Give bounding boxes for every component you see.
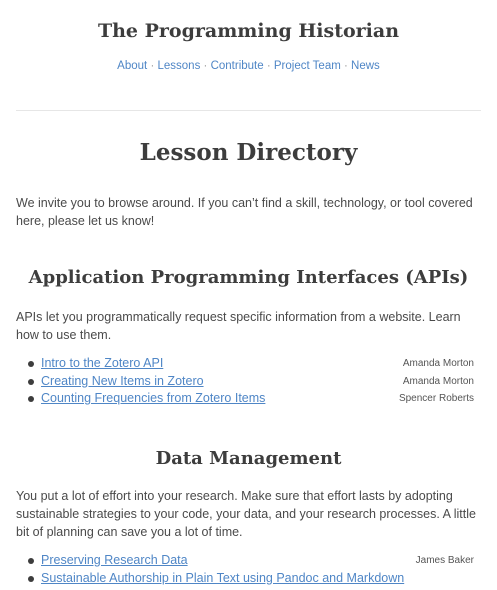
lesson-author: James Baker [415,555,474,566]
nav-separator: · [203,60,208,72]
list-item: Counting Frequencies from Zotero Items S… [28,390,478,408]
lesson-list-data-management: Preserving Research Data James Baker Sus… [28,552,478,587]
bullet-icon [28,378,34,385]
section-description-data-management: You put a lot of effort into your resear… [16,489,476,539]
lesson-author: Amanda Morton [402,358,474,369]
list-item: Creating New Items in Zotero Amanda Mort… [28,373,478,391]
section-title-apis: Application Programming Interfaces (APIs… [28,267,469,288]
site-title[interactable]: The Programming Historian [0,20,497,42]
bullet-icon [28,361,34,367]
top-nav: About · Lessons · Contribute · Project T… [0,60,497,72]
list-item: Preserving Research Data James Baker [28,552,478,570]
lesson-link[interactable]: Creating New Items in Zotero [41,373,204,391]
bullet-icon [28,396,34,402]
bullet-icon [28,558,34,564]
list-item: Intro to the Zotero API Amanda Morton [28,355,478,373]
list-item: Sustainable Authorship in Plain Text usi… [28,570,478,588]
nav-lessons[interactable]: Lessons [157,60,200,72]
nav-separator: · [344,60,348,72]
lesson-link[interactable]: Intro to the Zotero API [41,355,163,373]
nav-separator: · [150,60,155,72]
lesson-link[interactable]: Preserving Research Data [41,552,188,570]
lesson-link[interactable]: Sustainable Authorship in Plain Text usi… [41,570,404,588]
page: The Programming Historian About · Lesson… [0,0,497,590]
lesson-list-apis: Intro to the Zotero API Amanda Morton Cr… [28,355,478,408]
lesson-link[interactable]: Counting Frequencies from Zotero Items [41,390,265,408]
bullet-icon [28,575,34,582]
lesson-author: Amanda Morton [402,375,474,387]
nav-contribute[interactable]: Contribute [211,60,264,72]
nav-separator: · [266,60,271,72]
section-description-apis: APIs let you programmatically request sp… [16,310,461,342]
intro-text: We invite you to browse around. If you c… [16,196,473,228]
nav-about[interactable]: About [117,60,147,72]
nav-project-team[interactable]: Project Team [274,60,341,72]
header-divider [16,110,481,111]
section-title-data-management: Data Management [155,448,342,469]
page-title: Lesson Directory [139,139,358,166]
lesson-author: Spencer Roberts [398,393,474,404]
nav-news[interactable]: News [351,60,380,72]
